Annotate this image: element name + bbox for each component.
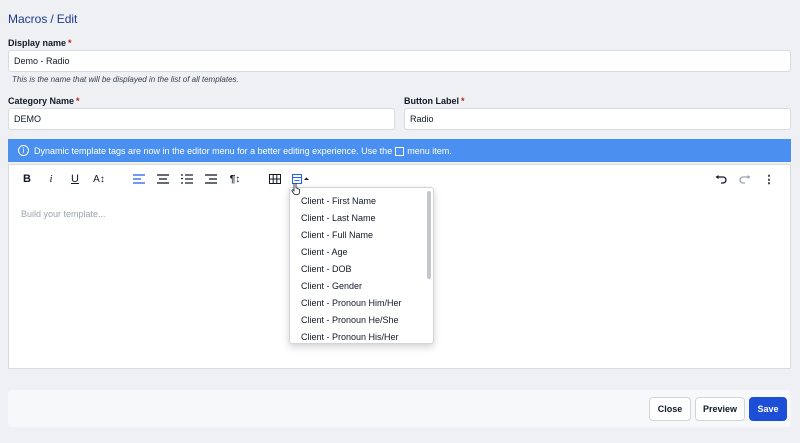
breadcrumb-macros-link[interactable]: Macros — [8, 12, 47, 26]
breadcrumb-separator: / — [50, 12, 54, 26]
template-tag-item[interactable]: Client - Gender — [290, 277, 433, 294]
button-label-input[interactable]: Radio — [404, 108, 791, 130]
breadcrumb: Macros / Edit — [8, 12, 77, 26]
align-center-icon[interactable] — [155, 172, 171, 186]
info-banner: i Dynamic template tags are now in the e… — [8, 139, 791, 162]
display-name-hint: This is the name that will be displayed … — [12, 75, 239, 84]
preview-button[interactable]: Preview — [695, 397, 745, 421]
banner-text-before: Dynamic template tags are now in the edi… — [34, 145, 393, 156]
undo-icon[interactable] — [713, 172, 729, 186]
more-options-icon[interactable]: ⋮ — [761, 172, 777, 186]
required-marker: * — [461, 96, 465, 106]
hand-cursor-icon — [291, 182, 301, 200]
required-marker: * — [68, 38, 72, 48]
redo-icon[interactable] — [737, 172, 753, 186]
align-right-icon[interactable] — [203, 172, 219, 186]
required-marker: * — [76, 96, 80, 106]
template-tag-item[interactable]: Client - Full Name — [290, 226, 433, 243]
template-tag-item[interactable]: Client - Last Name — [290, 209, 433, 226]
banner-text-after: menu item. — [407, 145, 452, 156]
button-label-label: Button Label * — [404, 96, 465, 106]
align-left-icon[interactable] — [131, 172, 147, 186]
template-tag-item[interactable]: Client - DOB — [290, 260, 433, 277]
template-tag-item[interactable]: Client - First Name — [290, 192, 433, 209]
bold-button[interactable]: B — [19, 172, 35, 186]
editor-placeholder: Build your template... — [21, 209, 106, 219]
font-size-button[interactable]: A↕ — [91, 172, 107, 186]
display-name-input[interactable]: Demo - Radio — [8, 50, 791, 72]
button-label-label-text: Button Label — [404, 96, 459, 106]
info-icon: i — [18, 145, 29, 156]
template-tags-dropdown: Client - First Name Client - Last Name Cli… — [289, 187, 434, 344]
display-name-label-text: Display name — [8, 38, 67, 48]
dropdown-scrollbar[interactable] — [427, 191, 431, 279]
template-tags-icon — [395, 147, 405, 156]
breadcrumb-current: Edit — [56, 12, 78, 26]
numbered-list-icon[interactable] — [179, 172, 195, 186]
table-icon[interactable] — [267, 172, 283, 186]
close-button[interactable]: Close — [649, 397, 691, 421]
category-name-input[interactable]: DEMO — [8, 108, 395, 130]
display-name-label: Display name * — [8, 38, 72, 48]
template-tag-item[interactable]: Client - Age — [290, 243, 433, 260]
template-tags-list: Client - First Name Client - Last Name Cli… — [290, 188, 433, 343]
category-name-label: Category Name * — [8, 96, 80, 106]
italic-button[interactable]: i — [43, 172, 59, 186]
category-name-label-text: Category Name — [8, 96, 75, 106]
template-tag-item[interactable]: Client - Pronoun His/Her — [290, 329, 433, 343]
template-tag-item[interactable]: Client - Pronoun Him/Her — [290, 295, 433, 312]
save-button[interactable]: Save — [749, 397, 787, 421]
underline-button[interactable]: U — [67, 172, 83, 186]
template-tag-item[interactable]: Client - Pronoun He/She — [290, 312, 433, 329]
paragraph-format-button[interactable]: ¶↕ — [227, 172, 243, 186]
